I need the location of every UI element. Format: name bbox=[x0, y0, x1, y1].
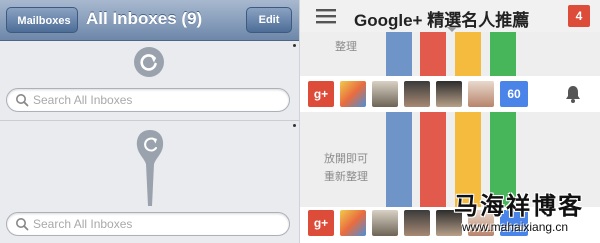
edit-button[interactable]: Edit bbox=[246, 7, 292, 33]
mailboxes-back-button[interactable]: Mailboxes bbox=[6, 7, 78, 33]
gplus-logo: g+ bbox=[308, 81, 334, 107]
search-icon bbox=[16, 94, 29, 107]
avatar[interactable] bbox=[340, 81, 366, 107]
search-placeholder: Search All Inboxes bbox=[33, 93, 133, 107]
avatar[interactable] bbox=[436, 81, 462, 107]
avatar[interactable] bbox=[372, 210, 398, 236]
watermark-url: www.mahaixiang.cn bbox=[462, 220, 569, 234]
notification-badge[interactable]: 4 bbox=[568, 5, 590, 27]
page-title: All Inboxes (9) bbox=[86, 9, 203, 28]
suggestion-row[interactable]: g+ 60 bbox=[300, 76, 600, 112]
gplus-logo: g+ bbox=[308, 210, 334, 236]
menu-icon[interactable] bbox=[316, 8, 336, 24]
avatar[interactable] bbox=[404, 81, 430, 107]
mail-panel: Mailboxes All Inboxes (9) Edit Search Al… bbox=[0, 0, 300, 243]
release-to-refresh-line: 重新整理 bbox=[324, 171, 368, 183]
avatar[interactable] bbox=[468, 81, 494, 107]
release-to-refresh-line: 放開即可 bbox=[324, 153, 368, 165]
scroll-indicator bbox=[293, 124, 296, 127]
refresh-button[interactable] bbox=[134, 47, 164, 77]
bell-icon[interactable] bbox=[565, 85, 581, 103]
watermark: 马海祥博客 www.mahaixiang.cn bbox=[452, 186, 598, 242]
avatar[interactable] bbox=[404, 210, 430, 236]
more-count-badge[interactable]: 60 bbox=[500, 81, 528, 107]
search-input[interactable]: Search All Inboxes bbox=[6, 212, 290, 236]
search-input[interactable]: Search All Inboxes bbox=[6, 88, 290, 112]
scroll-indicator bbox=[293, 44, 296, 47]
gplus-title[interactable]: Google+ 精選名人推薦 bbox=[354, 6, 529, 31]
divider bbox=[0, 120, 300, 121]
chevron-down-icon bbox=[447, 27, 457, 32]
avatar[interactable] bbox=[340, 210, 366, 236]
nav-bar: Mailboxes All Inboxes (9) Edit bbox=[0, 0, 300, 41]
refresh-hint-fragment: 整理 bbox=[335, 41, 357, 53]
release-to-refresh-text: 放開即可 重新整理 bbox=[306, 150, 386, 186]
watermark-title: 马海祥博客 bbox=[454, 191, 584, 220]
pull-to-refresh-icon bbox=[136, 130, 164, 206]
refresh-icon bbox=[140, 54, 157, 71]
search-placeholder: Search All Inboxes bbox=[33, 217, 133, 231]
search-icon bbox=[16, 218, 29, 231]
gplus-panel: Google+ 精選名人推薦 4 整理 g+ 60 放開即可 重新整理 g+ 马… bbox=[300, 0, 600, 243]
avatar[interactable] bbox=[372, 81, 398, 107]
